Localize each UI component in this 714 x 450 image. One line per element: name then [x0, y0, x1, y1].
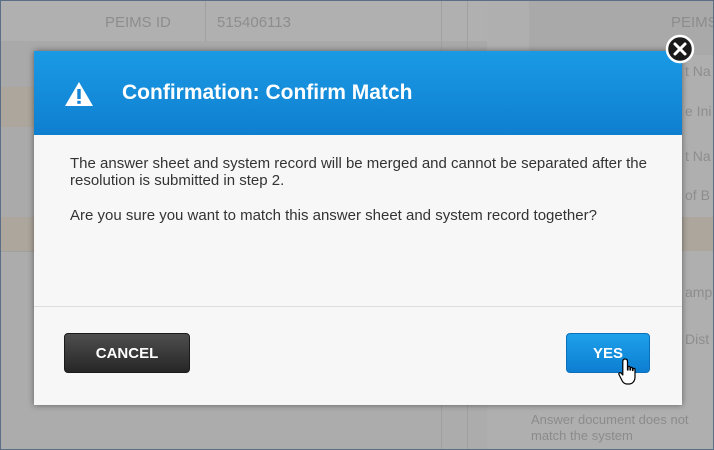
cancel-button[interactable]: CANCEL [64, 333, 190, 373]
dialog-title: Confirmation: Confirm Match [122, 81, 413, 104]
dialog-footer-divider [34, 306, 682, 307]
hand-cursor-icon [618, 358, 636, 385]
warning-icon [65, 82, 93, 106]
dialog-body: The answer sheet and system record will … [70, 155, 650, 242]
dialog-message: The answer sheet and system record will … [70, 155, 647, 189]
dialog-question: Are you sure you want to match this answ… [70, 207, 597, 224]
dialog-header: Confirmation: Confirm Match [34, 51, 682, 135]
close-icon[interactable] [665, 34, 695, 64]
confirm-match-dialog: Confirmation: Confirm Match The answer s… [34, 51, 682, 405]
app-frame: PEIMS ID 515406113 PEIMS t Na e Ini t Na… [0, 0, 714, 450]
